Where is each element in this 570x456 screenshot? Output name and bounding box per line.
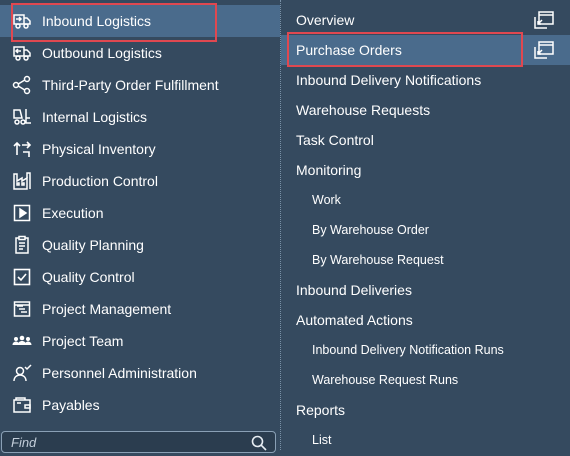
open-in-new-window-icon[interactable] <box>534 41 554 59</box>
submenu-item-warehouse-requests[interactable]: Warehouse Requests <box>281 95 570 125</box>
menu-item-third-party-order-fulfillment[interactable]: Third-Party Order Fulfillment <box>0 69 280 101</box>
submenu-item-label: Automated Actions <box>296 312 413 328</box>
menu-item-project-team[interactable]: Project Team <box>0 325 280 357</box>
menu-item-label: Personnel Administration <box>42 365 197 381</box>
menu-item-project-management[interactable]: Project Management <box>0 293 280 325</box>
menu-item-production-control[interactable]: Production Control <box>0 165 280 197</box>
menu-item-quality-planning[interactable]: Quality Planning <box>0 229 280 261</box>
menu-item-quality-control[interactable]: Quality Control <box>0 261 280 293</box>
menu-item-personnel-administration[interactable]: Personnel Administration <box>0 357 280 389</box>
submenu-item-inbound-delivery-notification-runs[interactable]: Inbound Delivery Notification Runs <box>281 335 570 365</box>
play-icon <box>10 201 34 225</box>
forklift-icon <box>10 105 34 129</box>
factory-icon <box>10 169 34 193</box>
person-check-icon <box>10 361 34 385</box>
submenu-item-label: Work <box>312 193 341 207</box>
submenu-item-inbound-deliveries[interactable]: Inbound Deliveries <box>281 275 570 305</box>
menu-item-label: Outbound Logistics <box>42 45 162 61</box>
menu-item-label: Payables <box>42 397 100 413</box>
submenu-item-list[interactable]: List <box>281 425 570 455</box>
submenu-item-label: Purchase Orders <box>296 42 402 58</box>
checkbox-icon <box>10 265 34 289</box>
right-navigation-submenu: Overview Purchase Orders Inbound Deliver… <box>281 0 570 450</box>
submenu-group-automated-actions[interactable]: Automated Actions <box>281 305 570 335</box>
menu-item-label: Production Control <box>42 173 158 189</box>
submenu-item-label: By Warehouse Order <box>312 223 429 237</box>
share-network-icon <box>10 73 34 97</box>
project-icon <box>10 297 34 321</box>
submenu-item-label: Overview <box>296 12 355 28</box>
menu-item-label: Execution <box>42 205 104 221</box>
wallet-icon <box>10 393 34 417</box>
submenu-item-label: Inbound Delivery Notification Runs <box>312 343 504 357</box>
menu-item-internal-logistics[interactable]: Internal Logistics <box>0 101 280 133</box>
menu-item-inbound-logistics[interactable]: Inbound Logistics <box>0 5 280 37</box>
menu-item-label: Project Management <box>42 301 172 317</box>
open-in-new-window-icon[interactable] <box>534 11 554 29</box>
truck-inbound-icon <box>10 9 34 33</box>
menu-item-execution[interactable]: Execution <box>0 197 280 229</box>
submenu-item-task-control[interactable]: Task Control <box>281 125 570 155</box>
search-icon[interactable] <box>251 435 267 451</box>
submenu-item-label: Monitoring <box>296 162 362 178</box>
menu-item-payables[interactable]: Payables <box>0 389 280 421</box>
menu-item-outbound-logistics[interactable]: Outbound Logistics <box>0 37 280 69</box>
menu-item-label: Quality Planning <box>42 237 144 253</box>
menu-item-label: Third-Party Order Fulfillment <box>42 77 219 93</box>
menu-item-physical-inventory[interactable]: Physical Inventory <box>0 133 280 165</box>
arrows-transfer-icon <box>10 137 34 161</box>
menu-item-label: Project Team <box>42 333 124 349</box>
truck-outbound-icon <box>10 41 34 65</box>
clipboard-icon <box>10 233 34 257</box>
team-icon <box>10 329 34 353</box>
submenu-item-label: List <box>312 433 332 447</box>
submenu-item-label: Reports <box>296 402 346 418</box>
menu-item-label: Physical Inventory <box>42 141 156 157</box>
submenu-item-label: Warehouse Requests <box>296 102 431 118</box>
submenu-group-monitoring[interactable]: Monitoring <box>281 155 570 185</box>
submenu-item-label: Inbound Delivery Notifications <box>296 72 482 88</box>
submenu-item-overview[interactable]: Overview <box>281 5 570 35</box>
submenu-item-by-warehouse-request[interactable]: By Warehouse Request <box>281 245 570 275</box>
find-input[interactable] <box>2 433 243 451</box>
submenu-item-label: Task Control <box>296 132 374 148</box>
menu-item-label: Inbound Logistics <box>42 13 151 29</box>
submenu-item-by-warehouse-order[interactable]: By Warehouse Order <box>281 215 570 245</box>
submenu-item-work[interactable]: Work <box>281 185 570 215</box>
submenu-item-label: By Warehouse Request <box>312 253 444 267</box>
menu-item-label: Quality Control <box>42 269 135 285</box>
left-navigation-menu: Inbound Logistics Outbound Logistics Thi… <box>0 0 280 453</box>
submenu-group-reports[interactable]: Reports <box>281 395 570 425</box>
submenu-item-purchase-orders[interactable]: Purchase Orders <box>281 35 570 65</box>
submenu-item-label: Warehouse Request Runs <box>312 373 459 387</box>
submenu-item-warehouse-request-runs[interactable]: Warehouse Request Runs <box>281 365 570 395</box>
submenu-item-inbound-delivery-notifications[interactable]: Inbound Delivery Notifications <box>281 65 570 95</box>
submenu-item-label: Inbound Deliveries <box>296 282 412 298</box>
menu-item-label: Internal Logistics <box>42 109 148 125</box>
